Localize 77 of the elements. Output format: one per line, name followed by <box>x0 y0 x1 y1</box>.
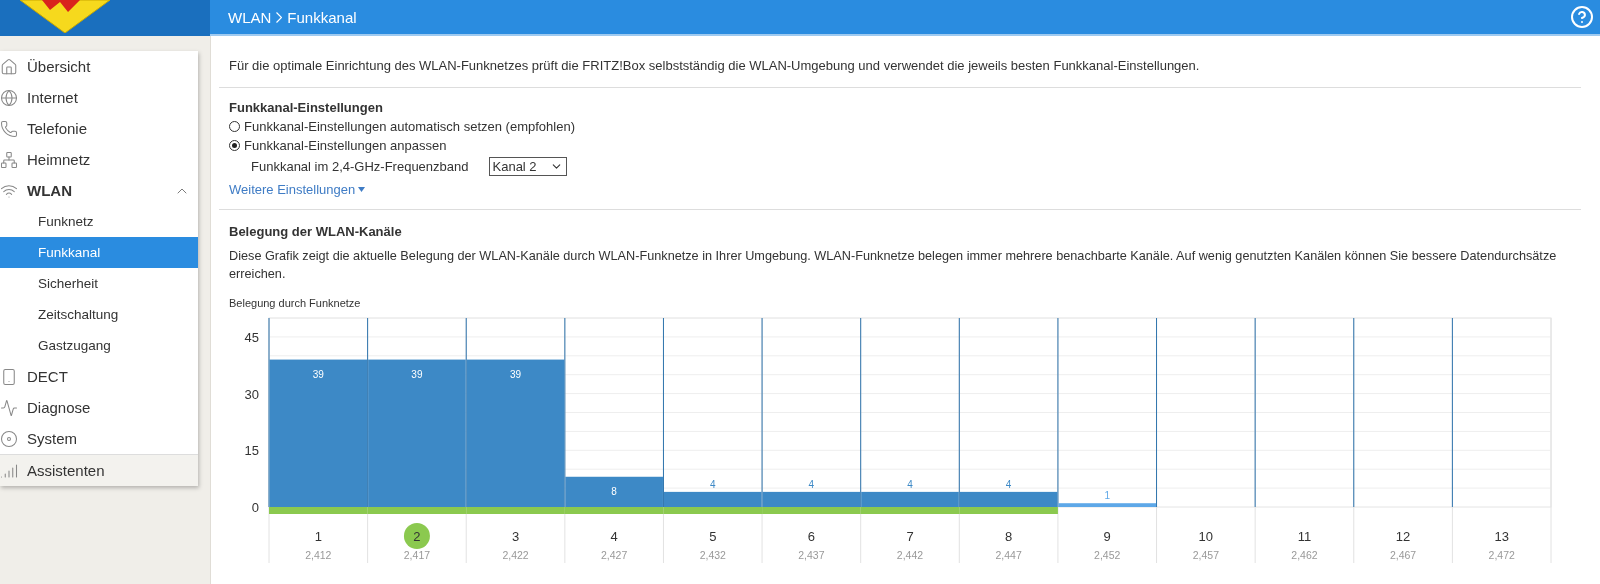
value-label: 4 <box>808 478 815 490</box>
frequency-label: 2,452 <box>1094 549 1121 561</box>
section-heading: Funkkanal-Einstellungen <box>229 100 384 115</box>
channel-number: 11 <box>1297 529 1312 544</box>
value-label: 39 <box>312 368 324 380</box>
value-label: 4 <box>907 478 913 490</box>
value-label: 39 <box>411 368 423 380</box>
channel-number: 12 <box>1395 529 1411 544</box>
channel-number: 10 <box>1198 529 1214 544</box>
channel-number: 13 <box>1494 529 1509 544</box>
menu-icon <box>0 88 18 107</box>
sidebar-item[interactable]: DECT <box>0 361 198 392</box>
menu-icon <box>0 119 18 138</box>
axis-label: 0 <box>251 500 259 515</box>
logo-icon <box>20 0 110 33</box>
chart-label: Belegung durch Funknetze <box>229 297 362 309</box>
intro-text: Für die optimale Einrichtung des WLAN-Funknetzes prüft die FRITZ!Box selbstständig die WLAN-Umgebung und verwendet die jeweils besten Funkkanal-Einstellungen. <box>229 58 1201 73</box>
help-icon[interactable] <box>1570 5 1594 29</box>
frequency-label: 2,427 <box>601 549 628 561</box>
sidebar-item[interactable]: System <box>0 423 198 454</box>
frequency-label: 2,467 <box>1389 549 1417 561</box>
sidebar-item[interactable]: WLAN <box>0 175 198 206</box>
menu-icon <box>0 150 18 169</box>
radio-option[interactable]: Funkkanal-Einstellungen automatisch setzen (empfohlen) <box>229 119 1569 134</box>
axis-label: 30 <box>244 386 259 402</box>
description-text: Diese Grafik zeigt die aktuelle Belegung der WLAN-Kanäle durch WLAN-Funknetze in Ihrer Umgebung. WLAN-Funknetze belegen immer mehrere benachbarte Kanäle. Auf wenig genutzten Kanälen können Sie bessere Datendurchsätze erreichen. <box>229 248 1558 283</box>
channel-number: 2 <box>413 529 421 544</box>
frequency-label: 2,422 <box>502 549 529 561</box>
page-title: Funkkanal <box>287 8 357 26</box>
menu-icon <box>0 367 18 386</box>
menu-icon <box>0 429 18 448</box>
field-label: Funkkanal im 2,4-GHz-Frequenzband <box>251 159 469 174</box>
sidebar-item[interactable]: Telefonie <box>0 113 198 144</box>
signal-icon <box>0 461 18 480</box>
caret-icon <box>358 187 366 192</box>
frequency-label: 2,442 <box>896 549 924 561</box>
sidebar-item[interactable]: Übersicht <box>0 51 198 82</box>
sidebar-subitem[interactable]: Funkkanal <box>0 237 198 268</box>
menu-icon <box>0 57 18 76</box>
frequency-label: 2,457 <box>1192 549 1219 561</box>
sidebar-item[interactable]: Assistenten <box>0 454 198 486</box>
channel-number: 7 <box>906 529 914 544</box>
section-heading: Belegung der WLAN-Kanäle <box>229 224 403 239</box>
channel-number: 3 <box>511 529 520 544</box>
value-label: 1 <box>1104 490 1110 502</box>
channel-number: 9 <box>1103 529 1111 544</box>
value-label: 4 <box>1005 478 1012 490</box>
channel-number: 6 <box>807 529 815 544</box>
value-label: 8 <box>611 485 617 497</box>
breadcrumb-link[interactable]: WLAN <box>228 8 272 26</box>
channel-number: 5 <box>709 529 717 544</box>
sidebar-item[interactable]: Internet <box>0 82 198 113</box>
frequency-label: 2,417 <box>403 549 431 561</box>
frequency-label: 2,432 <box>699 549 726 561</box>
value-label: 39 <box>510 368 522 380</box>
frequency-label: 2,447 <box>995 549 1022 561</box>
chevron-icon <box>276 11 283 23</box>
value-label: 4 <box>710 478 716 490</box>
frequency-label: 2,437 <box>798 549 825 561</box>
channel-number: 1 <box>314 529 322 544</box>
frequency-label: 2,472 <box>1488 549 1515 561</box>
frequency-label: 2,462 <box>1291 549 1318 561</box>
axis-label: 15 <box>244 443 259 459</box>
sidebar-item[interactable]: Diagnose <box>0 392 198 423</box>
menu-icon <box>0 398 18 417</box>
sidebar-item[interactable]: Heimnetz <box>0 144 198 175</box>
sidebar-subitem[interactable]: Zeitschaltung <box>0 299 198 330</box>
frequency-label: 2,412 <box>305 549 332 561</box>
sidebar-subitem[interactable]: Gastzugang <box>0 330 198 361</box>
more-settings-link[interactable]: Weitere Einstellungen <box>229 182 366 197</box>
sidebar-subitem[interactable]: Funknetz <box>0 206 198 237</box>
axis-label: 45 <box>244 329 259 345</box>
channel-number: 8 <box>1005 529 1013 544</box>
channel-select[interactable]: Kanal 2 <box>488 157 567 176</box>
radio-option[interactable]: Funkkanal-Einstellungen anpassen <box>229 138 1569 153</box>
channel-number: 4 <box>610 529 618 544</box>
sidebar-subitem[interactable]: Sicherheit <box>0 268 198 299</box>
